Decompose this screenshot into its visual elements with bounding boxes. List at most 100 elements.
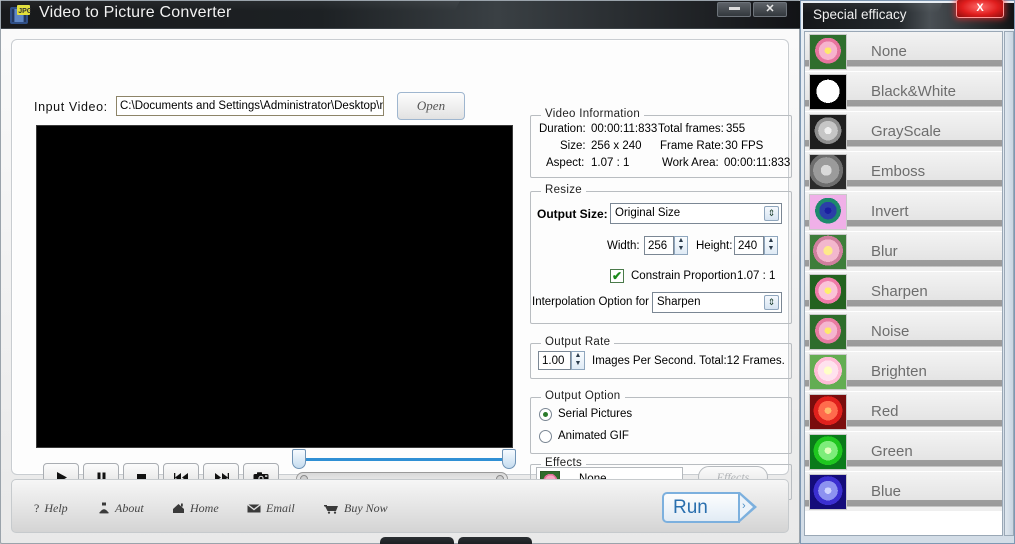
efficacy-item-green[interactable]: Green <box>805 432 1002 472</box>
efficacy-scrollbar[interactable] <box>1004 31 1014 536</box>
window-title: Video to Picture Converter <box>39 4 232 21</box>
work-area-value: 00:00:11:833 <box>724 157 791 169</box>
efficacy-item-label: GrayScale <box>871 123 942 140</box>
efficacy-item-invert[interactable]: Invert <box>805 192 1002 232</box>
interpolation-select[interactable]: Sharpen ⇕ <box>652 292 782 313</box>
efficacy-item-label: Green <box>871 443 913 460</box>
efficacy-item-sharpen[interactable]: Sharpen <box>805 272 1002 312</box>
open-button[interactable]: Open <box>397 92 465 120</box>
size-value: 256 x 240 <box>591 140 642 152</box>
cart-icon <box>324 504 338 514</box>
help-label: Help <box>44 500 68 515</box>
range-track <box>298 458 506 461</box>
efficacy-item-blue[interactable]: Blue <box>805 472 1002 512</box>
lotus-invert-thumbnail-icon <box>809 193 847 230</box>
home-label: Home <box>190 500 219 515</box>
efficacy-close-button[interactable]: X <box>956 0 1004 18</box>
output-rate-spinner[interactable]: ▲ ▼ <box>571 351 585 370</box>
bottom-tab-left[interactable] <box>380 537 454 544</box>
constrain-proportion-label: Constrain Proportion <box>631 270 737 282</box>
efficacy-item-emboss[interactable]: Emboss <box>805 152 1002 192</box>
duration-label: Duration: <box>539 123 586 135</box>
input-video-path-field[interactable]: C:\Documents and Settings\Administrator\… <box>116 96 384 116</box>
range-start-handle[interactable] <box>292 449 306 469</box>
output-option-title: Output Option <box>541 390 625 402</box>
efficacy-item-blur[interactable]: Blur <box>805 232 1002 272</box>
constrain-proportion-ratio: 1.07 : 1 <box>737 270 776 282</box>
output-rate-title: Output Rate <box>541 336 615 348</box>
efficacy-item-label: Invert <box>871 203 909 220</box>
output-rate-field[interactable]: 1.00 <box>538 351 571 370</box>
efficacy-item-label: Blue <box>871 483 902 500</box>
video-preview[interactable] <box>36 125 513 448</box>
content-panel: Input Video: C:\Documents and Settings\A… <box>11 39 792 508</box>
animated-gif-label: Animated GIF <box>558 430 629 442</box>
about-label: About <box>115 500 144 515</box>
chevron-updown-icon[interactable]: ⇕ <box>764 206 779 221</box>
output-size-value: Original Size <box>615 207 681 219</box>
size-label: Size: <box>560 140 586 152</box>
width-field[interactable]: 256 <box>644 236 674 255</box>
buy-now-link[interactable]: Buy Now <box>324 500 388 516</box>
minimize-button[interactable] <box>717 2 751 17</box>
email-link[interactable]: Email <box>247 500 295 516</box>
footer-bar: ? Help About Home Email Buy Now Run › <box>11 479 789 533</box>
efficacy-item-label: Blur <box>871 243 898 260</box>
width-label: Width: <box>607 240 640 252</box>
efficacy-item-noise[interactable]: Noise <box>805 312 1002 352</box>
home-link[interactable]: Home <box>172 500 219 516</box>
height-spinner[interactable]: ▲ ▼ <box>764 236 778 255</box>
lotus-blue-thumbnail-icon <box>809 473 847 510</box>
height-label: Height: <box>696 240 733 252</box>
envelope-icon <box>247 503 261 512</box>
run-button[interactable]: Run <box>662 492 740 523</box>
frame-rate-label: Frame Rate: <box>660 140 724 152</box>
total-frames-label: Total frames: <box>658 123 724 135</box>
output-rate-description: Images Per Second. Total:12 Frames. <box>592 355 785 367</box>
efficacy-item-none[interactable]: None <box>805 32 1002 72</box>
animated-gif-radio[interactable] <box>539 430 552 443</box>
output-option-group: Output Option <box>530 390 792 454</box>
efficacy-item-brighten[interactable]: Brighten <box>805 352 1002 392</box>
lotus-bw-thumbnail-icon <box>809 73 847 110</box>
efficacy-item-label: Red <box>871 403 899 420</box>
efficacy-item-grayscale[interactable]: GrayScale <box>805 112 1002 152</box>
serial-pictures-label: Serial Pictures <box>558 408 633 420</box>
duration-value: 00:00:11:833 <box>591 123 658 135</box>
svg-text:JPG: JPG <box>18 8 31 15</box>
serial-pictures-radio[interactable] <box>539 408 552 421</box>
work-area-label: Work Area: <box>662 157 719 169</box>
output-size-select[interactable]: Original Size ⇕ <box>610 203 782 224</box>
lotus-green-thumbnail-icon <box>809 433 847 470</box>
lotus-color-thumbnail-icon <box>809 33 847 70</box>
question-mark-icon: ? <box>34 500 40 515</box>
efficacy-item-red[interactable]: Red <box>805 392 1002 432</box>
run-chevron-icon: › <box>742 500 746 512</box>
screen: JPG Video to Picture Converter ✕ Input V… <box>0 0 1015 544</box>
output-size-label: Output Size: <box>537 207 608 221</box>
home-icon <box>173 503 184 513</box>
efficacy-item-black-white[interactable]: Black&White <box>805 72 1002 112</box>
width-spinner[interactable]: ▲ ▼ <box>674 236 688 255</box>
efficacy-item-label: Brighten <box>871 363 927 380</box>
about-link[interactable]: About <box>98 500 144 516</box>
chevron-updown-icon[interactable]: ⇕ <box>764 295 779 310</box>
lotus-sharpen-thumbnail-icon <box>809 273 847 310</box>
aspect-value: 1.07 : 1 <box>591 157 630 169</box>
aspect-label: Aspect: <box>546 157 585 169</box>
range-end-handle[interactable] <box>502 449 516 469</box>
total-frames-value: 355 <box>726 123 746 135</box>
special-efficacy-window: Special efficacy X None Black&White GraySc… <box>800 0 1015 544</box>
lotus-noise-thumbnail-icon <box>809 313 847 350</box>
efficacy-item-label: Emboss <box>871 163 926 180</box>
bottom-tab-right[interactable] <box>458 537 532 544</box>
height-field[interactable]: 240 <box>734 236 764 255</box>
close-button[interactable]: ✕ <box>753 2 787 17</box>
constrain-proportion-checkbox[interactable]: ✔ <box>610 269 624 283</box>
help-link[interactable]: ? Help <box>34 500 68 516</box>
efficacy-list: None Black&White GrayScale Emboss Invert Blur… <box>804 31 1003 536</box>
input-video-label: Input Video: <box>34 100 108 114</box>
main-titlebar: JPG Video to Picture Converter ✕ <box>1 1 801 29</box>
buy-now-label: Buy Now <box>344 500 388 515</box>
efficacy-item-label: Black&White <box>871 83 957 100</box>
